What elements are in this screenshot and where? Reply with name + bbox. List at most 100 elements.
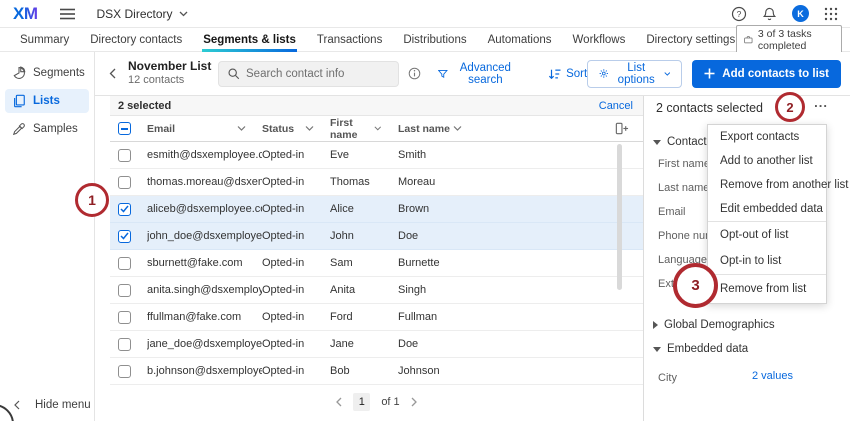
list-options-label: List options (615, 62, 658, 86)
sidebar-item-segments[interactable]: Segments (5, 61, 89, 85)
add-column-icon[interactable] (614, 121, 629, 136)
menu-item-remove-from-list[interactable]: Remove from list (708, 275, 826, 303)
menu-item-edit-embedded-data[interactable]: Edit embedded data (708, 197, 826, 221)
lists-icon (12, 94, 26, 108)
page-of-label: of 1 (381, 396, 399, 408)
tab-transactions[interactable]: Transactions (316, 28, 383, 52)
tab-summary[interactable]: Summary (19, 28, 70, 52)
tab-automations[interactable]: Automations (487, 28, 553, 52)
selected-count-text: 2 selected (118, 100, 171, 112)
global-topbar: XM DSX Directory ? K (0, 0, 850, 28)
tab-directory-settings[interactable]: Directory settings (645, 28, 736, 52)
app-switcher-waffle-icon[interactable] (824, 7, 838, 21)
table-row[interactable]: jane_doe@dsxemployee.... Opted-in Jane D… (110, 331, 643, 358)
back-button[interactable] (109, 68, 116, 79)
table-row[interactable]: anita.singh@dsxemployee... Opted-in Anit… (110, 277, 643, 304)
page-number-input[interactable]: 1 (353, 393, 370, 411)
embedded-data-values-link[interactable]: 2 values (752, 370, 793, 382)
bulk-selection-bar: 2 selected Cancel (110, 96, 643, 116)
table-row[interactable]: b.johnson@dsxemployee.... Opted-in Bob J… (110, 358, 643, 385)
sort-label: Sort (566, 68, 587, 80)
sidebar-item-label: Samples (33, 123, 78, 135)
tab-workflows[interactable]: Workflows (572, 28, 627, 52)
chevron-down-icon (453, 126, 462, 131)
annotation-circle-2: 2 (775, 92, 805, 122)
help-icon[interactable]: ? (731, 6, 747, 22)
row-checkbox[interactable] (118, 311, 131, 324)
cell-email: jane_doe@dsxemployee.... (147, 338, 262, 350)
panel-actions-ellipsis-button[interactable]: ... (814, 96, 828, 110)
section-global-demographics[interactable]: Global Demographics (653, 319, 775, 331)
context-menu: Export contacts Add to another list Remo… (707, 124, 827, 304)
previous-page-button[interactable] (336, 397, 342, 407)
hamburger-menu-icon[interactable] (60, 8, 75, 20)
menu-item-remove-from-another-list[interactable]: Remove from another list (708, 173, 826, 197)
menu-item-add-to-another-list[interactable]: Add to another list (708, 149, 826, 173)
table-scrollbar-thumb[interactable] (617, 144, 622, 290)
tab-segments-lists[interactable]: Segments & lists (202, 28, 297, 52)
table-row[interactable]: ffullman@fake.com Opted-in Ford Fullman (110, 304, 643, 331)
xm-logo[interactable]: XM (13, 5, 38, 22)
column-header-first-name[interactable]: First name (330, 117, 398, 141)
table-row-selected[interactable]: aliceb@dsxemployee.com Opted-in Alice Br… (110, 196, 643, 223)
chevron-left-icon (109, 68, 116, 79)
cell-first-name: Anita (330, 284, 398, 296)
svg-text:?: ? (737, 9, 742, 19)
column-header-email[interactable]: Email (147, 123, 262, 135)
cell-email: esmith@dsxemployee.com (147, 149, 262, 161)
sort-button[interactable]: Sort (548, 68, 587, 80)
row-checkbox[interactable] (118, 257, 131, 270)
hide-menu-button[interactable]: Hide menu (14, 399, 91, 411)
tasks-completed-badge[interactable]: 3 of 3 tasks completed (736, 25, 842, 55)
notifications-bell-icon[interactable] (762, 6, 777, 22)
cell-first-name: Eve (330, 149, 398, 161)
sidebar-item-samples[interactable]: Samples (5, 117, 89, 141)
add-contacts-button[interactable]: Add contacts to list (692, 60, 841, 88)
row-checkbox[interactable] (118, 149, 131, 162)
cell-first-name: Thomas (330, 176, 398, 188)
column-header-status[interactable]: Status (262, 123, 330, 135)
panel-title: 2 contacts selected (656, 101, 763, 115)
row-checkbox-checked[interactable] (118, 203, 131, 216)
pagination: 1 of 1 (110, 392, 643, 412)
table-row[interactable]: esmith@dsxemployee.com Opted-in Eve Smit… (110, 142, 643, 169)
add-contacts-label: Add contacts to list (722, 68, 829, 80)
tab-distributions[interactable]: Distributions (402, 28, 467, 52)
row-checkbox[interactable] (118, 365, 131, 378)
cell-email: thomas.moreau@dsxempl... (147, 176, 262, 188)
section-label: Embedded data (667, 343, 748, 355)
cell-last-name: Moreau (398, 176, 478, 188)
column-header-last-name[interactable]: Last name (398, 123, 478, 135)
search-input[interactable] (246, 68, 390, 80)
chevron-down-icon (374, 126, 382, 131)
user-avatar[interactable]: K (792, 5, 809, 22)
list-title-block: November List 12 contacts (128, 59, 208, 88)
cancel-selection-button[interactable]: Cancel (599, 100, 633, 112)
menu-item-opt-out-of-list[interactable]: Opt-out of list (708, 222, 826, 248)
tasks-completed-text: 3 of 3 tasks completed (758, 28, 834, 52)
directory-switcher[interactable]: DSX Directory (97, 7, 188, 21)
menu-item-export-contacts[interactable]: Export contacts (708, 125, 826, 149)
info-icon[interactable] (408, 67, 421, 80)
table-row[interactable]: sburnett@fake.com Opted-in Sam Burnette (110, 250, 643, 277)
section-embedded-data[interactable]: Embedded data (653, 343, 748, 355)
table-row-selected[interactable]: john_doe@dsxemployee.... Opted-in John D… (110, 223, 643, 250)
directory-name: DSX Directory (97, 7, 173, 21)
tab-directory-contacts[interactable]: Directory contacts (89, 28, 183, 52)
table-row[interactable]: samburnette@fake.com Opted-in Samantha B… (110, 385, 643, 391)
sidebar-item-lists[interactable]: Lists (5, 89, 89, 113)
search-box (218, 61, 399, 87)
row-checkbox[interactable] (118, 176, 131, 189)
annotation-circle-1: 1 (75, 183, 109, 217)
menu-item-opt-in-to-list[interactable]: Opt-in to list (708, 248, 826, 274)
row-checkbox[interactable] (118, 338, 131, 351)
next-page-button[interactable] (411, 397, 417, 407)
select-all-checkbox[interactable] (118, 122, 131, 135)
row-checkbox-checked[interactable] (118, 230, 131, 243)
topbar-actions: ? K (731, 5, 838, 22)
table-row[interactable]: thomas.moreau@dsxempl... Opted-in Thomas… (110, 169, 643, 196)
list-options-button[interactable]: List options (587, 60, 682, 88)
row-checkbox[interactable] (118, 284, 131, 297)
hide-menu-label: Hide menu (35, 399, 91, 411)
advanced-search-button[interactable]: Advanced search (438, 62, 518, 86)
